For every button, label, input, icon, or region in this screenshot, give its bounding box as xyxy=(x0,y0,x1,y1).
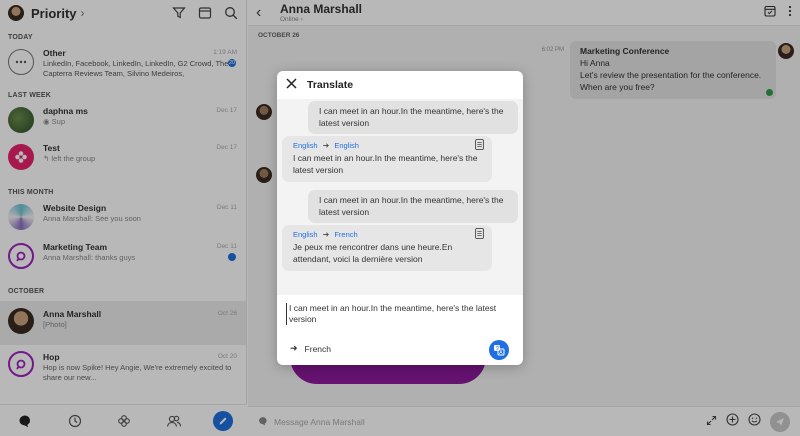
source-language: English xyxy=(293,230,318,239)
translated-text: I can meet in an hour.In the meantime, h… xyxy=(293,153,478,175)
translate-button[interactable]: 文A xyxy=(489,340,509,360)
target-language-selector[interactable]: ➜ French xyxy=(290,343,331,354)
translation-card: English ➜ English I can meet in an hour.… xyxy=(282,136,492,182)
copy-icon[interactable] xyxy=(475,139,484,153)
close-icon[interactable] xyxy=(286,76,297,94)
translate-dialog: Translate I can meet in an hour.In the m… xyxy=(277,71,523,365)
translation-history: I can meet in an hour.In the meantime, h… xyxy=(277,99,523,295)
translate-icon: 文A xyxy=(494,345,505,356)
translate-input[interactable]: I can meet in an hour.In the meantime, h… xyxy=(286,303,514,325)
arrow-right-icon: ➜ xyxy=(322,230,330,239)
arrow-right-icon: ➜ xyxy=(290,343,298,353)
source-language: English xyxy=(293,141,318,150)
translation-card: English ➜ French Je peux me rencontrer d… xyxy=(282,225,492,271)
copy-icon[interactable] xyxy=(475,228,484,242)
target-language: English xyxy=(334,141,359,150)
source-message: I can meet in an hour.In the meantime, h… xyxy=(308,190,518,223)
translated-text: Je peux me rencontrer dans une heure.En … xyxy=(293,242,453,264)
arrow-right-icon: ➜ xyxy=(322,141,330,150)
dialog-title: Translate xyxy=(307,79,354,91)
target-language: French xyxy=(334,230,358,239)
target-language-label: French xyxy=(304,343,332,354)
source-message: I can meet in an hour.In the meantime, h… xyxy=(308,101,518,134)
dialog-header: Translate xyxy=(277,71,523,99)
